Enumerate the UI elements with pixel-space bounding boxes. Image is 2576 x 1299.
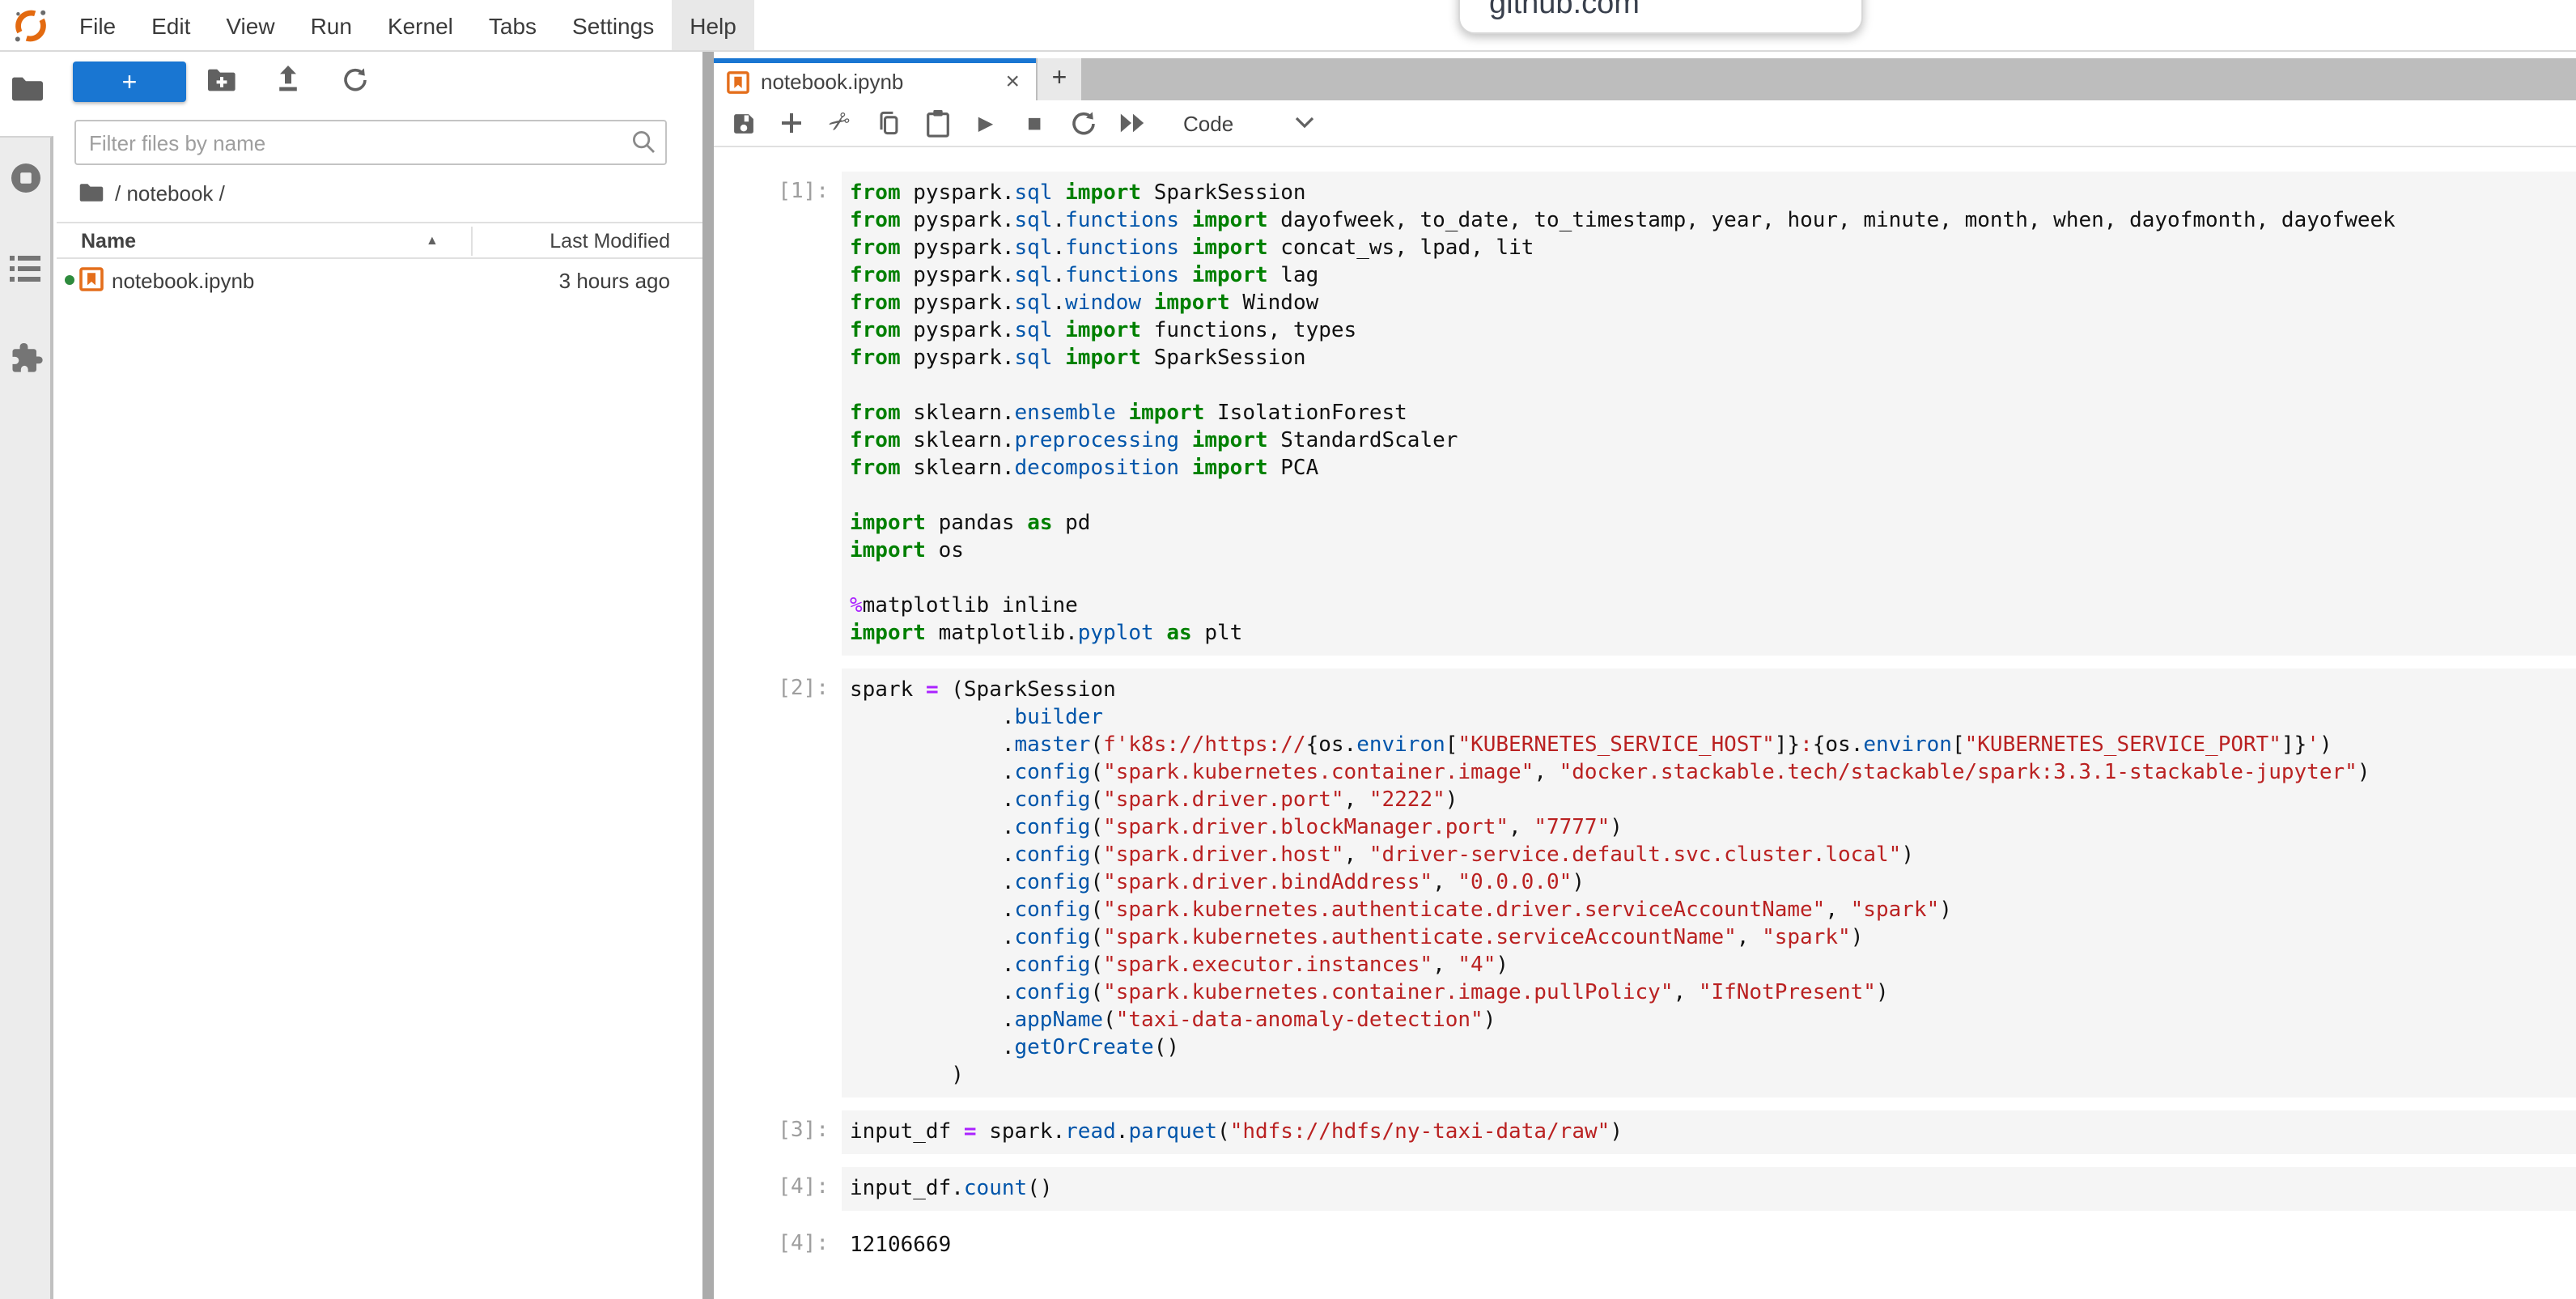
column-divider	[471, 227, 473, 256]
new-launcher-button[interactable]: +	[73, 62, 186, 102]
code-editor[interactable]: input_df.count()	[842, 1167, 2576, 1211]
copy-cells-icon[interactable]	[869, 104, 908, 142]
input-prompt: [2]:	[722, 669, 842, 1097]
breadcrumb-path: / notebook /	[115, 180, 225, 205]
code-editor[interactable]: spark = (SparkSession .builder .master(f…	[842, 669, 2576, 1097]
menu-settings[interactable]: Settings	[554, 0, 672, 50]
menu-view[interactable]: View	[208, 0, 292, 50]
paste-cells-icon[interactable]	[918, 104, 957, 142]
file-row[interactable]: notebook.ipynb 3 hours ago	[57, 261, 702, 301]
file-browser-panel: +	[57, 52, 702, 1299]
notebook-tab-icon	[727, 70, 749, 93]
interrupt-kernel-icon[interactable]: ■	[1015, 104, 1054, 142]
code-cell: [2]:spark = (SparkSession .builder .mast…	[722, 669, 2576, 1097]
code-editor[interactable]: from pyspark.sql import SparkSessionfrom…	[842, 172, 2576, 656]
app-logo-icon	[13, 7, 49, 43]
tab-close-icon[interactable]: ×	[1002, 70, 1023, 94]
menu-bar: File Edit View Run Kernel Tabs Settings …	[0, 0, 2576, 52]
chevron-down-icon	[1295, 117, 1314, 129]
new-tab-button[interactable]: +	[1038, 58, 1081, 100]
column-header-modified[interactable]: Last Modified	[550, 230, 670, 253]
output-cell: [4]:12106669	[722, 1224, 2576, 1259]
output-prompt: [4]:	[722, 1224, 842, 1259]
menu-edit[interactable]: Edit	[134, 0, 208, 50]
breadcrumb[interactable]: / notebook /	[79, 180, 225, 206]
popup-text: github.com	[1489, 0, 1861, 23]
tab-label: notebook.ipynb	[761, 70, 1002, 94]
file-list-header: Name ▲ Last Modified	[57, 222, 702, 259]
table-of-contents-icon[interactable]	[10, 254, 42, 283]
file-name: notebook.ipynb	[112, 269, 254, 293]
cell-type-value: Code	[1183, 111, 1233, 135]
sort-ascending-icon: ▲	[426, 233, 439, 248]
notebook-file-icon	[79, 267, 104, 291]
cell-type-dropdown[interactable]: Code	[1183, 111, 1314, 135]
panel-splitter[interactable]	[702, 50, 714, 1299]
jupyterlab-window: File Edit View Run Kernel Tabs Settings …	[0, 0, 2576, 1299]
cell-list: [1]:from pyspark.sql import SparkSession…	[714, 147, 2576, 1299]
menu-kernel[interactable]: Kernel	[370, 0, 471, 50]
save-icon[interactable]	[724, 104, 762, 142]
new-folder-icon[interactable]	[207, 68, 236, 92]
run-cell-icon[interactable]: ▶	[966, 104, 1005, 142]
file-browser-tab-icon[interactable]	[11, 76, 44, 102]
extensions-icon[interactable]	[8, 340, 44, 376]
upload-icon[interactable]	[275, 65, 301, 94]
menu-run[interactable]: Run	[293, 0, 370, 50]
notebook-toolbar: ✂ ▶ ■	[714, 100, 2576, 147]
input-prompt: [4]:	[722, 1167, 842, 1211]
code-cell: [3]:input_df = spark.read.parquet("hdfs:…	[722, 1110, 2576, 1154]
running-kernels-icon[interactable]	[8, 160, 44, 196]
menu-tabs[interactable]: Tabs	[471, 0, 554, 50]
menu-file[interactable]: File	[62, 0, 134, 50]
refresh-icon[interactable]	[342, 66, 369, 94]
tab-notebook[interactable]: notebook.ipynb ×	[714, 58, 1036, 100]
cutoff-popup: github.com	[1458, 0, 1863, 34]
insert-cell-icon[interactable]	[772, 104, 811, 142]
code-editor[interactable]: input_df = spark.read.parquet("hdfs://hd…	[842, 1110, 2576, 1154]
code-cell: [4]:input_df.count()	[722, 1167, 2576, 1211]
restart-run-all-icon[interactable]	[1112, 104, 1151, 142]
tab-bar: notebook.ipynb × +	[714, 58, 2576, 100]
menu-help[interactable]: Help	[672, 0, 754, 50]
input-prompt: [3]:	[722, 1110, 842, 1154]
filter-files-field	[74, 120, 667, 165]
activity-bar	[0, 136, 53, 1299]
file-modified-time: 3 hours ago	[559, 269, 670, 293]
filter-files-input[interactable]	[74, 120, 667, 165]
search-icon	[631, 129, 656, 154]
output-area: 12106669	[842, 1224, 2576, 1259]
restart-kernel-icon[interactable]	[1063, 104, 1102, 142]
cut-cells-icon[interactable]: ✂	[821, 104, 859, 142]
column-header-name[interactable]: Name	[81, 230, 136, 253]
breadcrumb-folder-icon	[79, 183, 104, 202]
code-cell: [1]:from pyspark.sql import SparkSession…	[722, 172, 2576, 656]
main-area: notebook.ipynb × + ✂	[714, 50, 2576, 1299]
input-prompt: [1]:	[722, 172, 842, 656]
kernel-running-dot	[65, 275, 74, 285]
